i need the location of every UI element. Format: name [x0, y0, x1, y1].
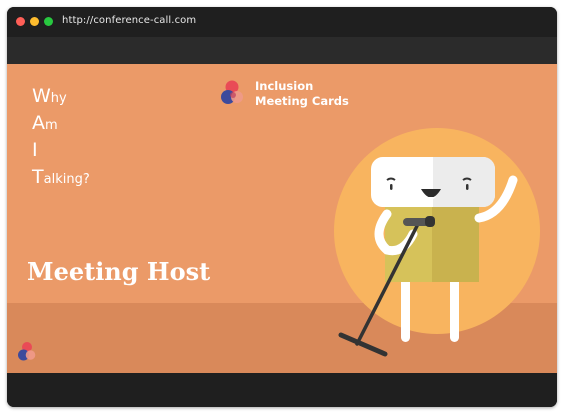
card-title: Meeting Host — [27, 257, 211, 286]
inclusion-logo-icon — [18, 342, 36, 361]
brand-line-2: Meeting Cards — [255, 94, 349, 108]
browser-window: http://conference-call.com Why Am I Talk… — [7, 7, 557, 407]
title-bar: http://conference-call.com — [7, 7, 557, 37]
acronym-rest: m — [45, 118, 58, 133]
brand-lockup: Inclusion Meeting Cards — [217, 76, 367, 112]
slide-canvas: Why Am I Talking? Inclusion Meeting Card… — [7, 64, 557, 373]
brand-line-1: Inclusion — [255, 79, 314, 93]
acronym-line-w: Why — [32, 83, 90, 110]
acronym-cap: W — [32, 85, 51, 107]
browser-toolbar — [7, 37, 557, 64]
acronym-cap: A — [32, 112, 45, 134]
acronym-rest: alking? — [43, 172, 90, 187]
brand-name: Inclusion Meeting Cards — [255, 79, 349, 109]
wait-acronym: Why Am I Talking? — [32, 83, 90, 191]
bottom-bar — [7, 373, 557, 407]
acronym-rest: hy — [50, 91, 67, 106]
mascot-with-microphone-icon — [338, 157, 518, 357]
maximize-window-button[interactable] — [44, 17, 53, 26]
acronym-line-i: I — [32, 137, 90, 164]
inclusion-logo-icon — [221, 80, 243, 104]
acronym-line-a: Am — [32, 110, 90, 137]
acronym-cap: I — [32, 139, 38, 161]
acronym-line-t: Talking? — [32, 164, 90, 191]
address-bar-url[interactable]: http://conference-call.com — [62, 15, 196, 26]
close-window-button[interactable] — [16, 17, 25, 26]
minimize-window-button[interactable] — [30, 17, 39, 26]
acronym-cap: T — [32, 166, 44, 188]
